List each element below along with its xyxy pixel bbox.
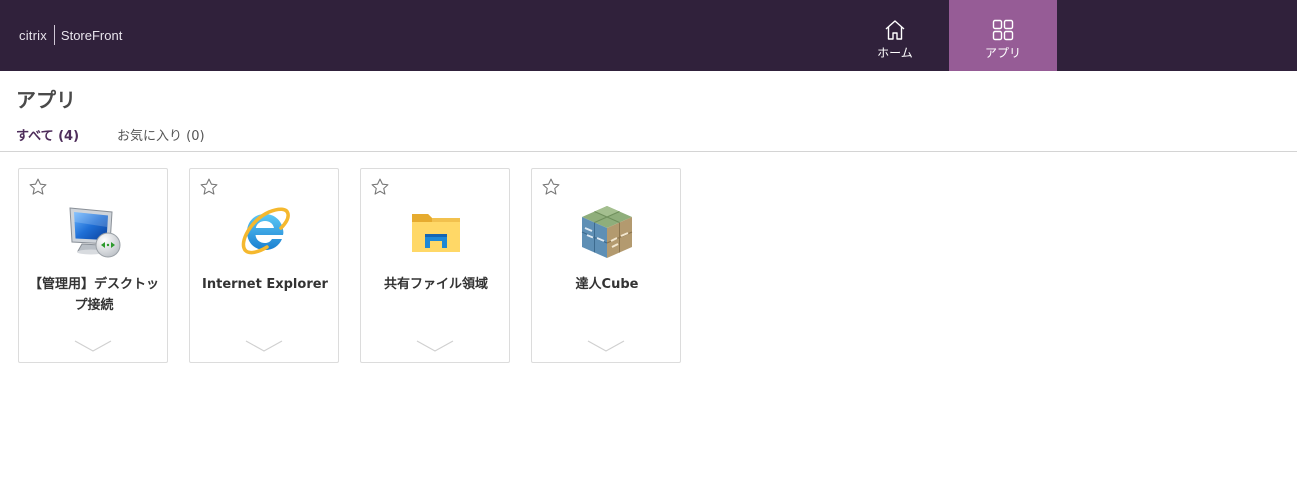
filter-tabs: すべて (4) お気に入り (0) <box>16 125 243 147</box>
chevron-down-icon[interactable] <box>74 339 112 353</box>
tabs-divider <box>0 151 1297 152</box>
app-tile-shared-folder[interactable]: 共有ファイル領域 <box>360 168 510 363</box>
chevron-down-icon[interactable] <box>245 339 283 353</box>
apps-grid-icon <box>992 19 1014 41</box>
tatsujin-cube-icon <box>581 206 633 258</box>
tab-favorites[interactable]: お気に入り (0) <box>117 125 205 147</box>
app-tile-tatsujin-cube[interactable]: 達人Cube <box>531 168 681 363</box>
nav-apps[interactable]: アプリ <box>949 0 1057 71</box>
app-name: 達人Cube <box>575 277 639 292</box>
internet-explorer-icon <box>241 207 290 255</box>
page-title: アプリ <box>16 88 76 112</box>
tab-all[interactable]: すべて (4) <box>16 125 79 147</box>
favorite-star-icon[interactable] <box>28 177 48 197</box>
favorite-star-icon[interactable] <box>541 177 561 197</box>
app-tile-internet-explorer[interactable]: Internet Explorer <box>189 168 339 363</box>
home-icon <box>885 20 905 40</box>
top-bar: citrix StoreFront ホーム アプリ <box>0 0 1297 71</box>
citrix-storefront-logo: citrix StoreFront <box>19 24 122 46</box>
favorite-star-icon[interactable] <box>199 177 219 197</box>
nav-home-label: ホーム <box>877 46 913 60</box>
folder-icon <box>412 214 460 252</box>
remote-desktop-icon <box>69 207 121 258</box>
app-name: Internet Explorer <box>202 277 328 292</box>
app-name: 共有ファイル領域 <box>383 277 488 292</box>
nav-apps-label: アプリ <box>984 46 1021 60</box>
brand-product-text: StoreFront <box>60 27 123 43</box>
brand-separator <box>53 25 55 45</box>
chevron-down-icon[interactable] <box>416 339 454 353</box>
brand-citrix-text: citrix <box>19 27 47 43</box>
nav-home[interactable]: ホーム <box>849 0 941 71</box>
favorite-star-icon[interactable] <box>370 177 390 197</box>
chevron-down-icon[interactable] <box>587 339 625 353</box>
app-name: 【管理用】デスクトップ接続 <box>28 277 159 313</box>
app-tile-remote-desktop[interactable]: 【管理用】デスクトップ接続 <box>18 168 168 363</box>
